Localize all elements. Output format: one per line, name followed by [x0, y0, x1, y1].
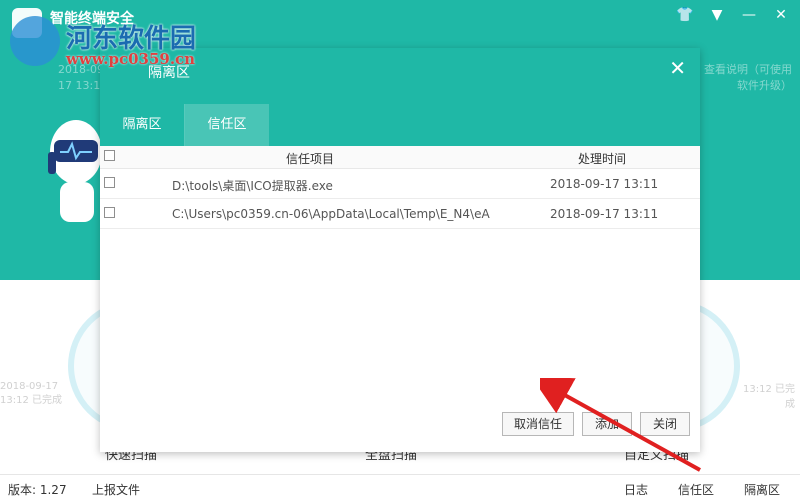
report-file-link[interactable]: 上报文件	[92, 481, 140, 498]
skin-icon[interactable]: 👕	[676, 6, 694, 24]
upgrade-hint: 查看说明（可使用软件升级）	[704, 63, 792, 92]
dialog-tabs: 隔离区 信任区	[100, 104, 269, 146]
right-scan-time: 13:12 已完成	[743, 384, 795, 410]
row-path: D:\tools\桌面\ICO提取器.exe	[172, 179, 333, 193]
quarantine-link[interactable]: 隔离区	[744, 481, 780, 498]
log-link[interactable]: 日志	[624, 481, 648, 498]
row-time: 2018-09-17 13:11	[550, 177, 659, 191]
quarantine-dialog: 隔离区 ✕ 隔离区 信任区 信任项目 处理时间 D:\tools\桌面\ICO提…	[100, 48, 700, 452]
cancel-trust-button[interactable]: 取消信任	[502, 412, 574, 436]
trust-zone-link[interactable]: 信任区	[678, 481, 714, 498]
dialog-body: 信任项目 处理时间 D:\tools\桌面\ICO提取器.exe 2018-09…	[100, 146, 700, 452]
dialog-buttons: 取消信任 添加 关闭	[502, 412, 690, 436]
header-trust-item: 信任项目	[286, 152, 335, 166]
app-logo	[12, 8, 42, 38]
row-time: 2018-09-17 13:11	[550, 207, 659, 221]
table-header: 信任项目 处理时间	[100, 146, 700, 169]
row-checkbox[interactable]	[104, 207, 115, 221]
add-button[interactable]: 添加	[582, 412, 632, 436]
header-process-time: 处理时间	[578, 152, 627, 166]
close-icon[interactable]: ✕	[772, 6, 790, 24]
minimize-icon[interactable]: —	[740, 6, 758, 24]
dialog-close-icon[interactable]: ✕	[669, 56, 686, 80]
left-scan-time: 2018-09-17 13:12 已完成	[0, 381, 62, 406]
row-path: C:\Users\pc0359.cn-06\AppData\Local\Temp…	[172, 207, 490, 221]
close-button[interactable]: 关闭	[640, 412, 690, 436]
table-row[interactable]: C:\Users\pc0359.cn-06\AppData\Local\Temp…	[100, 199, 700, 229]
tab-quarantine[interactable]: 隔离区	[100, 104, 184, 146]
menu-icon[interactable]: ▼	[708, 6, 726, 24]
table-row[interactable]: D:\tools\桌面\ICO提取器.exe 2018-09-17 13:11	[100, 169, 700, 199]
window-controls: 👕 ▼ — ✕	[676, 6, 790, 24]
app-title: 智能终端安全	[50, 11, 134, 27]
dialog-title: 隔离区	[148, 65, 190, 81]
select-all-checkbox[interactable]	[104, 150, 115, 164]
tab-trust-zone[interactable]: 信任区	[185, 104, 269, 146]
version-label: 版本: 1.27	[8, 483, 67, 497]
status-links: 日志 信任区 隔离区	[624, 481, 780, 498]
status-bar: 版本: 1.27 上报文件 日志 信任区 隔离区	[0, 474, 800, 501]
mascot-icon	[48, 120, 102, 222]
row-checkbox[interactable]	[104, 177, 115, 191]
